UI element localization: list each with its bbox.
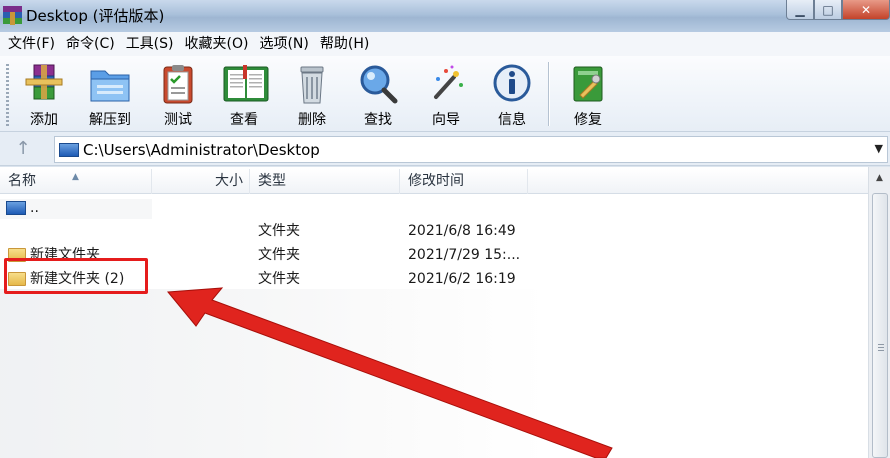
col-modified-label: 修改时间 bbox=[408, 173, 464, 189]
title-bar: Desktop (评估版本) ▁ □ ✕ bbox=[0, 0, 890, 32]
add-button[interactable]: 添加 bbox=[14, 60, 74, 128]
chevron-down-icon[interactable]: ▼ bbox=[875, 142, 883, 155]
find-button-label: 查找 bbox=[364, 112, 392, 128]
col-name[interactable]: 名称 ▲ bbox=[0, 169, 152, 194]
row-modified: 2021/6/2 16:19 bbox=[408, 271, 516, 287]
menu-commands[interactable]: 命令(C) bbox=[62, 32, 122, 56]
address-field[interactable]: C:\Users\Administrator\Desktop ▼ bbox=[54, 136, 888, 163]
toolbar-separator bbox=[548, 62, 550, 126]
view-button-label: 查看 bbox=[230, 112, 258, 128]
row-name: .. bbox=[30, 200, 39, 216]
delete-button[interactable]: 删除 bbox=[282, 60, 342, 128]
address-path: C:\Users\Administrator\Desktop bbox=[83, 141, 320, 159]
find-magnifier-icon bbox=[356, 63, 400, 105]
close-icon: ✕ bbox=[860, 2, 872, 17]
col-size[interactable]: 大小 bbox=[152, 169, 250, 194]
sort-ascending-icon: ▲ bbox=[72, 172, 79, 182]
window-title: Desktop (评估版本) bbox=[26, 7, 165, 25]
repair-icon bbox=[566, 63, 610, 105]
highlight-box bbox=[4, 258, 148, 294]
maximize-icon: □ bbox=[822, 2, 834, 17]
info-icon bbox=[490, 63, 534, 105]
row-modified: 2021/6/8 16:49 bbox=[408, 223, 516, 239]
toolbar-grip[interactable] bbox=[6, 64, 9, 126]
col-type[interactable]: 类型 bbox=[250, 169, 400, 194]
extract-to-button[interactable]: 解压到 bbox=[80, 60, 140, 128]
repair-button[interactable]: 修复 bbox=[558, 60, 618, 128]
menu-bar: 文件(F) 命令(C) 工具(S) 收藏夹(O) 选项(N) 帮助(H) bbox=[0, 32, 890, 56]
col-size-label: 大小 bbox=[215, 173, 243, 189]
test-button-label: 测试 bbox=[164, 112, 192, 128]
menu-help[interactable]: 帮助(H) bbox=[316, 32, 376, 56]
up-arrow-icon: ↑ bbox=[15, 138, 31, 159]
up-folder-button[interactable]: ↑ bbox=[10, 138, 36, 160]
trash-icon bbox=[290, 63, 334, 105]
blurred-region bbox=[0, 289, 548, 458]
test-button[interactable]: 测试 bbox=[148, 60, 208, 128]
row-modified: 2021/7/29 15:... bbox=[408, 247, 521, 263]
minimize-button[interactable]: ▁ bbox=[786, 0, 814, 20]
file-list: 名称 ▲ 大小 类型 修改时间 .. 文件夹 2021/6/8 16:49 新建… bbox=[0, 167, 868, 458]
test-clipboard-icon bbox=[156, 63, 200, 105]
column-header: 名称 ▲ 大小 类型 修改时间 bbox=[0, 169, 868, 194]
wizard-button[interactable]: 向导 bbox=[416, 60, 476, 128]
scrollbar-thumb[interactable] bbox=[872, 193, 888, 458]
table-row[interactable]: 文件夹 2021/6/8 16:49 bbox=[0, 219, 560, 243]
minimize-icon: ▁ bbox=[795, 2, 805, 17]
add-button-label: 添加 bbox=[30, 112, 58, 128]
toolbar: 添加 解压到 测试 查看 删除 查找 向导 信息 修复 bbox=[0, 56, 890, 132]
row-type: 文件夹 bbox=[258, 271, 300, 287]
parent-dir-icon bbox=[6, 201, 26, 215]
winrar-app-icon[interactable] bbox=[3, 6, 22, 25]
winrar-add-icon bbox=[22, 63, 66, 105]
row-type: 文件夹 bbox=[258, 223, 300, 239]
view-book-icon bbox=[222, 63, 269, 105]
repair-button-label: 修复 bbox=[574, 112, 602, 128]
window-controls: ▁ □ ✕ bbox=[786, 0, 890, 20]
scrollbar-grip bbox=[878, 344, 884, 352]
row-type: 文件夹 bbox=[258, 247, 300, 263]
menu-file[interactable]: 文件(F) bbox=[4, 32, 62, 56]
scroll-up-icon[interactable]: ▲ bbox=[873, 171, 886, 185]
menu-options[interactable]: 选项(N) bbox=[255, 32, 315, 56]
col-modified[interactable]: 修改时间 bbox=[400, 169, 528, 194]
wizard-button-label: 向导 bbox=[432, 112, 460, 128]
table-row[interactable]: .. bbox=[0, 196, 560, 220]
menu-tools[interactable]: 工具(S) bbox=[122, 32, 181, 56]
address-bar: ↑ C:\Users\Administrator\Desktop ▼ bbox=[0, 132, 890, 166]
info-button-label: 信息 bbox=[498, 112, 526, 128]
col-type-label: 类型 bbox=[258, 173, 286, 189]
extract-folder-icon bbox=[88, 63, 132, 105]
view-button[interactable]: 查看 bbox=[214, 60, 274, 128]
delete-button-label: 删除 bbox=[298, 112, 326, 128]
find-button[interactable]: 查找 bbox=[348, 60, 408, 128]
col-name-label: 名称 bbox=[8, 173, 36, 189]
maximize-button[interactable]: □ bbox=[814, 0, 842, 20]
extract-to-button-label: 解压到 bbox=[89, 112, 131, 128]
close-button[interactable]: ✕ bbox=[842, 0, 890, 20]
drive-icon bbox=[59, 143, 79, 157]
vertical-scrollbar[interactable]: ▲ bbox=[868, 167, 890, 458]
wizard-wand-icon bbox=[424, 63, 468, 105]
info-button[interactable]: 信息 bbox=[482, 60, 542, 128]
menu-favorites[interactable]: 收藏夹(O) bbox=[181, 32, 256, 56]
